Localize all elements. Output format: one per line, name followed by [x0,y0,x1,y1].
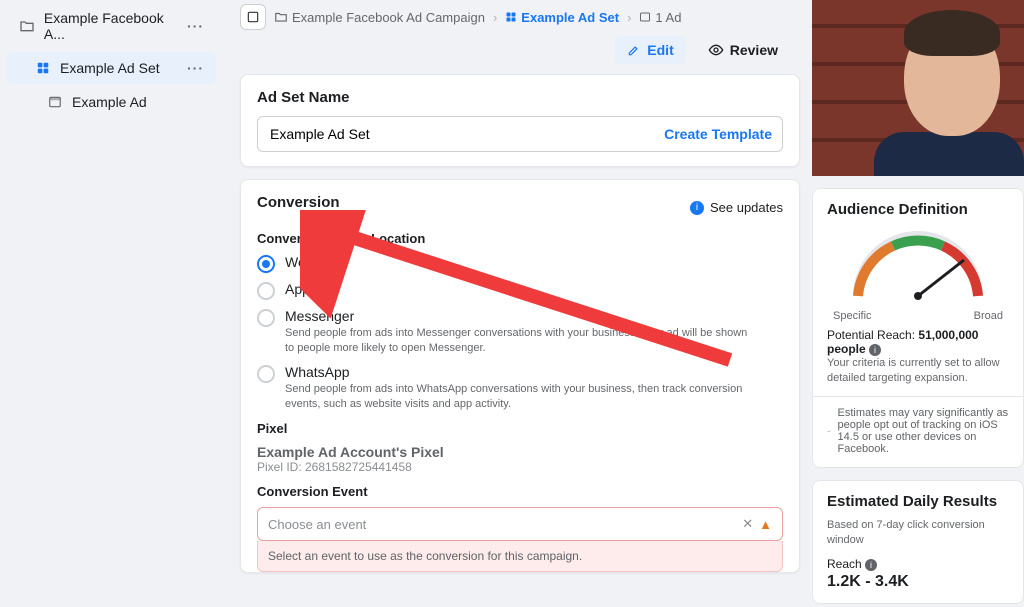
adset-grid-icon [505,11,517,23]
radio-label: App [285,281,310,297]
folder-icon [18,18,36,34]
more-icon[interactable]: ··· [187,18,204,34]
audience-heading: Audience Definition [827,201,1009,218]
create-template-link[interactable]: Create Template [664,126,772,142]
sidebar-item-ad[interactable]: Example Ad [6,86,216,118]
adset-name-row: Create Template [257,116,783,152]
radio-option-whatsapp[interactable]: WhatsApp Send people from ads into Whats… [257,364,783,412]
gauge-label-specific: Specific [833,310,872,322]
warning-icon: ▲ [759,517,772,532]
adset-grid-icon [34,61,52,75]
see-updates-label: See updates [710,200,783,215]
more-icon[interactable]: ··· [187,60,204,76]
breadcrumb-label: 1 Ad [655,10,681,25]
radio-icon [257,255,275,273]
sidebar-item-adset[interactable]: Example Ad Set ··· [6,52,216,84]
breadcrumb-label: Example Ad Set [521,10,619,25]
back-button[interactable] [240,4,266,30]
info-icon[interactable]: i [865,559,877,571]
chevron-right-icon: › [627,10,631,25]
breadcrumb-ad[interactable]: 1 Ad [639,10,681,25]
pixel-name: Example Ad Account's Pixel [257,444,783,460]
audience-gauge [838,226,998,306]
folder-icon [274,10,288,24]
conversion-heading: Conversion [257,194,340,211]
tab-review[interactable]: Review [696,36,790,64]
radio-icon [257,282,275,300]
radio-description: Send people from ads into Messenger conv… [285,326,755,356]
gauge-label-broad: Broad [974,310,1003,322]
sidebar-item-label: Example Ad [72,94,147,110]
estimated-results-panel: Estimated Daily Results Based on 7-day c… [812,480,1024,605]
radio-icon [257,365,275,383]
trend-icon [827,424,832,438]
chevron-right-icon: › [493,10,497,25]
ad-icon [46,95,64,109]
adset-name-card: Ad Set Name Create Template [240,74,800,167]
audience-criteria-note: Your criteria is currently set to allow … [827,356,1009,386]
audience-definition-panel: Audience Definition Specific Broad Poten… [812,188,1024,468]
select-placeholder: Choose an event [268,517,366,532]
adset-name-input[interactable] [268,125,664,143]
breadcrumb: Example Facebook Ad Campaign › Example A… [240,0,800,36]
reach-value: 1.2K - 3.4K [827,573,1009,591]
radio-option-website[interactable]: Website [257,254,783,273]
edit-review-tabs: Edit Review [240,36,800,74]
sidebar-item-label: Example Facebook A... [44,10,187,42]
campaign-tree-sidebar: Example Facebook A... ··· Example Ad Set… [0,0,222,120]
tab-label: Review [730,42,778,58]
radio-description: Send people from ads into WhatsApp conve… [285,382,755,412]
radio-option-messenger[interactable]: Messenger Send people from ads into Mess… [257,308,783,356]
right-column: Audience Definition Specific Broad Poten… [812,0,1024,604]
radio-option-app[interactable]: App [257,281,783,300]
main-column: Example Facebook Ad Campaign › Example A… [240,0,800,585]
pixel-heading: Pixel [257,421,783,436]
sidebar-item-label: Example Ad Set [60,60,160,76]
breadcrumb-campaign[interactable]: Example Facebook Ad Campaign [274,10,485,25]
breadcrumb-adset[interactable]: Example Ad Set [505,10,619,25]
conversion-event-heading: Conversion Event [257,484,783,499]
conversion-event-error: Select an event to use as the conversion… [257,541,783,572]
radio-icon [257,309,275,327]
presenter-video-overlay [812,0,1024,176]
info-icon: i [690,201,704,215]
info-icon[interactable]: i [869,344,881,356]
ad-icon [639,11,651,23]
tab-edit[interactable]: Edit [615,36,685,64]
audience-disclaimer: Estimates may vary significantly as peop… [838,407,1009,455]
pixel-id: Pixel ID: 2681582725441458 [257,460,783,474]
breadcrumb-label: Example Facebook Ad Campaign [292,10,485,25]
pencil-icon [627,43,641,57]
estimated-heading: Estimated Daily Results [827,493,1009,510]
eye-icon [708,42,724,58]
reach-label: Reach [827,557,862,571]
adset-name-heading: Ad Set Name [257,89,783,106]
conversion-location-heading: Conversion Event Location [257,231,783,246]
radio-label: Messenger [285,308,755,324]
sidebar-item-campaign[interactable]: Example Facebook A... ··· [6,2,216,50]
see-updates-link[interactable]: i See updates [690,200,783,215]
radio-label: WhatsApp [285,364,755,380]
estimated-subtitle: Based on 7-day click conversion window [827,518,1009,548]
conversion-card: Conversion i See updates Conversion Even… [240,179,800,573]
close-icon[interactable]: ✕ [742,516,753,532]
radio-label: Website [285,254,335,270]
tab-label: Edit [647,42,673,58]
conversion-event-select[interactable]: Choose an event ✕ ▲ [257,507,783,541]
potential-reach-label: Potential Reach: [827,328,915,342]
